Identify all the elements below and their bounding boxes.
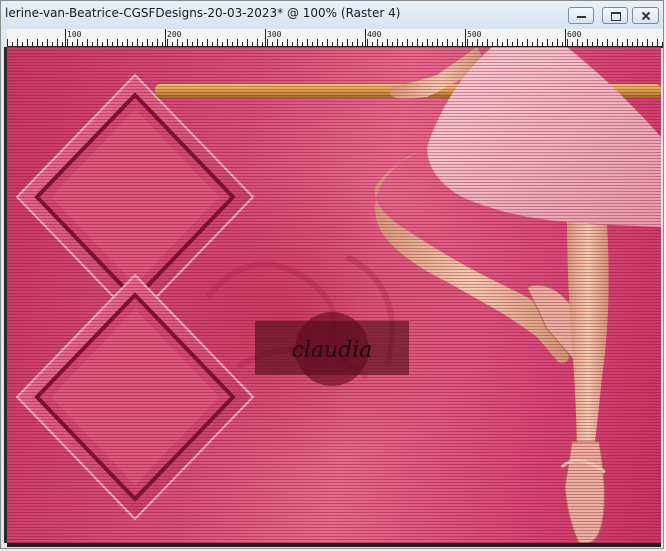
close-icon xyxy=(633,8,658,23)
ruler-major-tick xyxy=(565,29,566,46)
ruler-major-tick xyxy=(265,29,266,46)
ruler-label: 500 xyxy=(467,30,482,39)
horizontal-ruler[interactable]: 100 200 300 400 500 600 xyxy=(7,29,663,48)
ruler-major-tick xyxy=(365,29,366,46)
image-canvas[interactable]: claudia xyxy=(7,47,661,543)
window-title: lerine-van-Beatrice-CGSFDesigns-20-03-20… xyxy=(5,6,401,20)
ruler-label: 100 xyxy=(67,30,82,39)
ruler-label: 200 xyxy=(167,30,182,39)
image-window[interactable]: lerine-van-Beatrice-CGSFDesigns-20-03-20… xyxy=(0,0,664,549)
ruler-label: 400 xyxy=(367,30,382,39)
close-button[interactable] xyxy=(632,7,659,24)
minimize-icon xyxy=(569,8,593,23)
ruler-major-tick xyxy=(465,29,466,46)
maximize-button[interactable] xyxy=(602,7,628,24)
scanline-texture xyxy=(7,47,661,543)
minimize-button[interactable] xyxy=(568,7,594,24)
ruler-major-tick xyxy=(65,29,66,46)
ruler-major-tick xyxy=(165,29,166,46)
maximize-icon xyxy=(603,8,627,23)
title-bar[interactable]: lerine-van-Beatrice-CGSFDesigns-20-03-20… xyxy=(1,1,663,29)
window-bottom-edge xyxy=(7,543,661,547)
ruler-label: 300 xyxy=(267,30,282,39)
ruler-label: 600 xyxy=(567,30,582,39)
